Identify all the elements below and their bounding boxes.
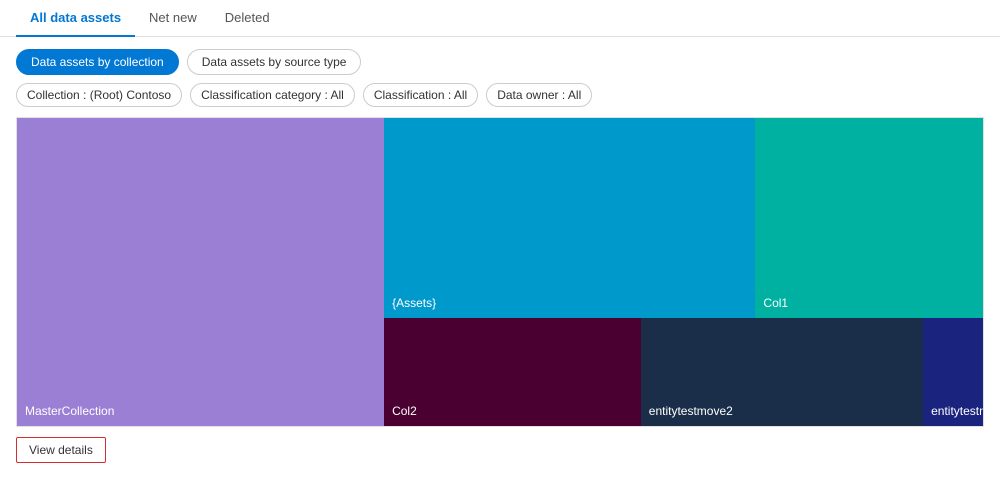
filter-collection[interactable]: Collection : (Root) Contoso (16, 83, 182, 107)
tab-all-data-assets[interactable]: All data assets (16, 0, 135, 37)
treemap-label-assets: {Assets} (392, 296, 436, 310)
filter-classification-category[interactable]: Classification category : All (190, 83, 355, 107)
treemap-block-entitymov[interactable]: entitytestmov... (923, 318, 983, 426)
treemap-label-master: MasterCollection (25, 404, 114, 418)
top-tabs: All data assets Net new Deleted (0, 0, 1000, 37)
toggle-by-source-type[interactable]: Data assets by source type (187, 49, 362, 75)
filter-row: Collection : (Root) Contoso Classificati… (0, 83, 1000, 117)
treemap-label-col1: Col1 (763, 296, 788, 310)
toggle-row: Data assets by collection Data assets by… (0, 37, 1000, 83)
filter-data-owner[interactable]: Data owner : All (486, 83, 592, 107)
view-details-row: View details (0, 427, 1000, 473)
tab-deleted[interactable]: Deleted (211, 0, 284, 37)
treemap-block-col1[interactable]: Col1 (755, 118, 983, 318)
treemap-block-assets[interactable]: {Assets} (384, 118, 755, 318)
treemap-block-entity2[interactable]: entitytestmove2 (641, 318, 923, 426)
tab-net-new[interactable]: Net new (135, 0, 211, 37)
treemap-label-entity2: entitytestmove2 (649, 404, 733, 418)
treemap: MasterCollection {Assets} Col1 Col2 enti… (16, 117, 984, 427)
treemap-block-col2[interactable]: Col2 (384, 318, 641, 426)
treemap-block-master[interactable]: MasterCollection (17, 118, 384, 426)
treemap-top-right: {Assets} Col1 (384, 118, 983, 318)
treemap-right: {Assets} Col1 Col2 entitytestmove2 entit… (384, 118, 983, 426)
view-details-button[interactable]: View details (16, 437, 106, 463)
treemap-label-entitymov: entitytestmov... (931, 404, 984, 418)
treemap-label-col2: Col2 (392, 404, 417, 418)
toggle-by-collection[interactable]: Data assets by collection (16, 49, 179, 75)
filter-classification[interactable]: Classification : All (363, 83, 478, 107)
treemap-bottom-right: Col2 entitytestmove2 entitytestmov... (384, 318, 983, 426)
